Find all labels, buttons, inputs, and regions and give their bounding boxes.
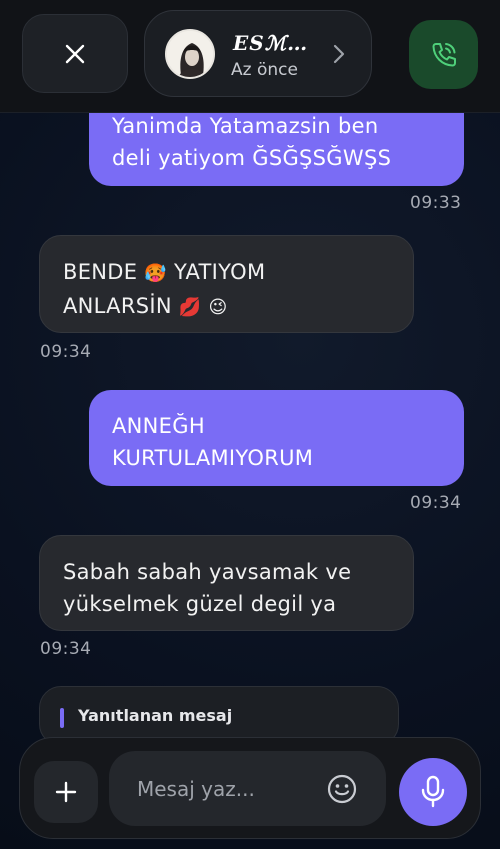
message-text-line: Sabah sabah yavsamak ve	[63, 560, 352, 584]
microphone-button[interactable]	[399, 758, 467, 826]
microphone-icon	[421, 775, 445, 808]
message-bubble-incoming[interactable]: Sabah sabah yavsamak ve yükselmek güzel …	[39, 535, 414, 631]
call-button[interactable]	[409, 20, 478, 89]
phone-call-icon	[432, 42, 456, 66]
chat-header: ESℳ… Az önce	[0, 0, 500, 113]
smiley-icon	[327, 774, 357, 804]
message-text: BENDE	[63, 260, 138, 284]
contact-status: Az önce	[231, 60, 298, 80]
reply-indicator-bar	[60, 708, 64, 728]
message-text-line: deli yatiyom ĞSĞŞSĞWŞS	[112, 146, 392, 170]
message-text-line: Yanimda Yatamazsin ben	[112, 114, 379, 138]
close-button[interactable]	[22, 14, 128, 93]
message-bubble-outgoing[interactable]: ANNEĞH KURTULAMIYORUM	[89, 390, 464, 486]
message-composer	[19, 737, 481, 839]
message-text-line: ANNEĞH	[112, 414, 205, 438]
close-icon	[65, 44, 85, 63]
message-time: 09:34	[410, 493, 462, 513]
contact-info-button[interactable]: ESℳ… Az önce	[144, 10, 372, 97]
message-time: 09:34	[40, 639, 92, 659]
message-input[interactable]	[109, 751, 319, 826]
message-text-line: KURTULAMIYORUM	[112, 446, 314, 470]
reply-label: Yanıtlanan mesaj	[78, 706, 233, 725]
message-text: YATIYOM	[174, 260, 266, 284]
message-input-wrapper	[109, 751, 386, 826]
hot-face-emoji: 🥵	[144, 263, 168, 284]
message-text: ANLARSİN	[63, 294, 172, 318]
kiss-mark-emoji: 💋	[178, 297, 202, 318]
plus-icon	[55, 781, 77, 803]
message-text-line: yükselmek güzel degil ya	[63, 592, 337, 616]
winking-face-emoji: 😉	[208, 297, 228, 318]
message-bubble-incoming[interactable]: BENDE 🥵 YATIYOM ANLARSİN 💋 😉	[39, 235, 414, 333]
avatar	[165, 29, 215, 79]
message-time: 09:34	[40, 342, 92, 362]
message-time: 09:33	[410, 193, 462, 213]
add-attachment-button[interactable]	[34, 761, 98, 823]
chevron-right-icon	[333, 44, 345, 64]
emoji-button[interactable]	[326, 773, 358, 805]
contact-name: ESℳ…	[233, 31, 309, 55]
